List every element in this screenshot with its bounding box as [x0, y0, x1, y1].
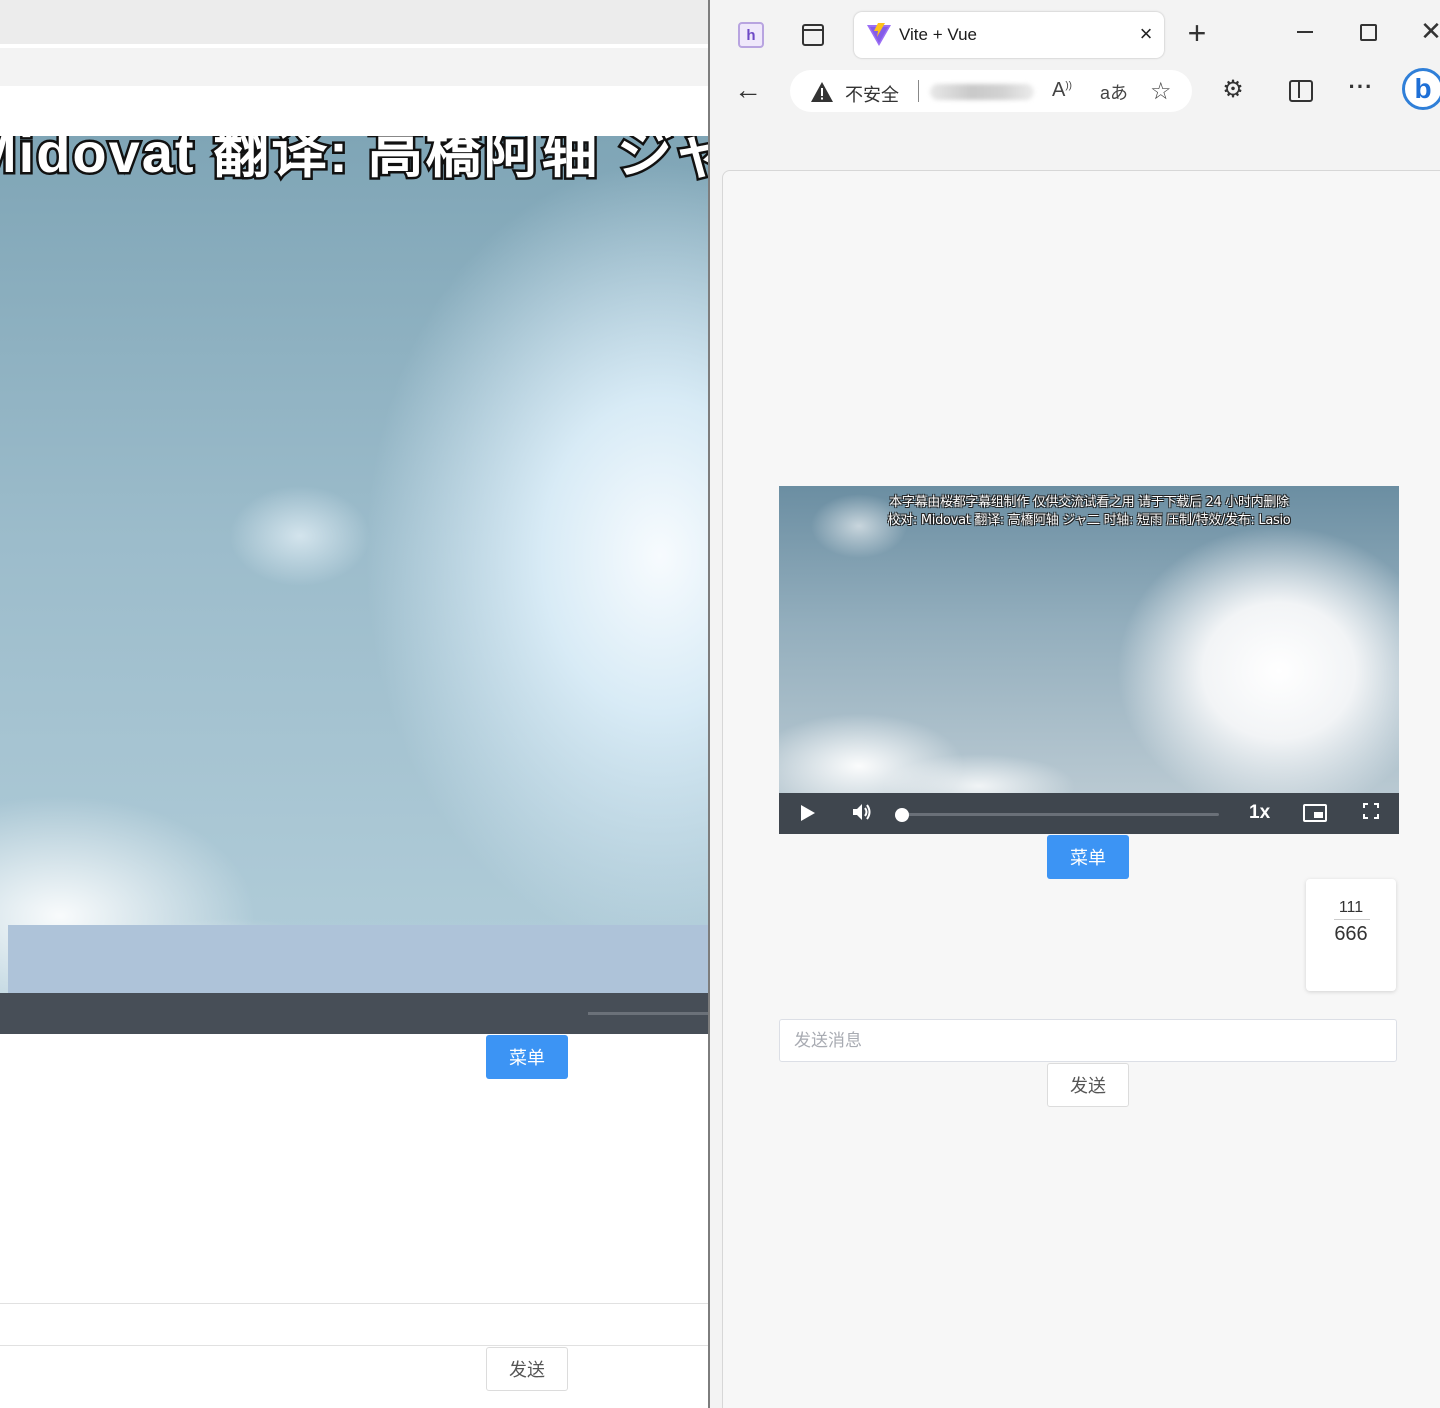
tab-strip: h Vite + Vue × + ✕	[710, 0, 1440, 64]
bing-copilot-icon[interactable]: b	[1402, 68, 1440, 110]
read-aloud-glyph: A	[1052, 79, 1066, 101]
tab-active[interactable]: Vite + Vue ×	[854, 12, 1164, 58]
translate-icon[interactable]: aあ	[1100, 79, 1128, 105]
warning-icon[interactable]	[810, 81, 834, 103]
message-text: 666	[1334, 923, 1368, 945]
video-progress-knob[interactable]	[895, 808, 909, 822]
left-send-button[interactable]: 发送	[486, 1347, 568, 1391]
left-window-toolbar	[0, 48, 708, 86]
split-screen-icon[interactable]	[1284, 74, 1314, 104]
picture-in-picture-icon[interactable]	[1303, 804, 1327, 822]
left-video-progress-track[interactable]	[588, 1012, 708, 1015]
read-aloud-icon[interactable]: A))	[1052, 79, 1072, 102]
message-input[interactable]	[779, 1019, 1397, 1062]
extensions-icon[interactable]: ⚙	[1218, 74, 1248, 104]
left-background-window: Midovat 翻译: 高橋阿轴 ジャ二 时轴: 厉 菜单 发送	[0, 0, 708, 1408]
fullscreen-icon[interactable]	[1363, 803, 1379, 819]
url-redacted[interactable]	[930, 84, 1034, 100]
browser-toolbar: ← 不安全 A)) aあ ☆ ⚙ ··· b	[710, 64, 1440, 116]
not-secure-label[interactable]: 不安全	[845, 81, 899, 107]
menu-button[interactable]: 菜单	[1047, 835, 1129, 879]
left-menu-button[interactable]: 菜单	[486, 1035, 568, 1079]
send-button[interactable]: 发送	[1047, 1063, 1129, 1107]
tab-title: Vite + Vue	[899, 25, 977, 44]
video-player[interactable]: 本字幕由桜都字幕组制作 仅供交流试看之用 请于下载后 24 小时内删除 校对: …	[779, 486, 1399, 834]
tab-actions-icon[interactable]	[802, 24, 824, 46]
page-content: 本字幕由桜都字幕组制作 仅供交流试看之用 请于下载后 24 小时内删除 校对: …	[722, 170, 1440, 1408]
more-options-icon[interactable]: ···	[1346, 72, 1376, 102]
add-favorite-icon[interactable]: ☆	[1150, 77, 1172, 106]
desktop-screenshot: Midovat 翻译: 高橋阿轴 ジャ二 时轴: 厉 菜单 发送 h Vite …	[0, 0, 1440, 1408]
volume-icon[interactable]	[851, 801, 873, 829]
browser-window: h Vite + Vue × + ✕ ← 不安全 A)) aあ ☆ ⚙ ··· …	[708, 0, 1440, 1408]
new-tab-button[interactable]: +	[1182, 15, 1212, 51]
volume-glyph	[853, 804, 871, 820]
minimize-button[interactable]	[1292, 18, 1318, 44]
playback-speed-button[interactable]: 1x	[1249, 802, 1270, 824]
left-video-controls[interactable]	[0, 993, 708, 1034]
left-video-subtitle: Midovat 翻译: 高橋阿轴 ジャ二 时轴: 厉	[0, 136, 708, 187]
video-frame[interactable]: 本字幕由桜都字幕组制作 仅供交流试看之用 请于下载后 24 小时内删除 校对: …	[779, 486, 1399, 793]
address-divider	[918, 80, 919, 102]
video-progress-track[interactable]	[897, 813, 1219, 816]
vite-logo-icon	[867, 23, 891, 46]
left-video-player[interactable]: Midovat 翻译: 高橋阿轴 ジャ二 时轴: 厉	[0, 136, 708, 1034]
left-input-divider	[0, 1345, 708, 1346]
left-divider	[0, 1303, 708, 1304]
workspaces-icon[interactable]: h	[738, 22, 764, 48]
tab-close-icon[interactable]: ×	[1134, 21, 1158, 46]
message-username: 111	[1338, 899, 1364, 916]
window-close-button[interactable]: ✕	[1418, 16, 1440, 46]
address-bar[interactable]: 不安全 A)) aあ ☆	[790, 70, 1192, 112]
maximize-button[interactable]	[1356, 20, 1378, 42]
back-arrow-icon[interactable]: ←	[732, 74, 764, 106]
video-subtitle-line-2: 校对: Midovat 翻译: 高橋阿轴 ジャ二 时轴: 短雨 压制/特效/发布…	[887, 513, 1291, 528]
play-icon[interactable]	[801, 805, 815, 821]
left-video-selection-highlight	[8, 925, 708, 995]
message-card: 111 666	[1306, 879, 1396, 991]
left-window-titlebar	[0, 0, 708, 44]
video-subtitle-line-1: 本字幕由桜都字幕组制作 仅供交流试看之用 请于下载后 24 小时内删除	[889, 495, 1289, 510]
video-controls: 1x	[779, 793, 1399, 834]
message-divider	[1334, 919, 1370, 920]
